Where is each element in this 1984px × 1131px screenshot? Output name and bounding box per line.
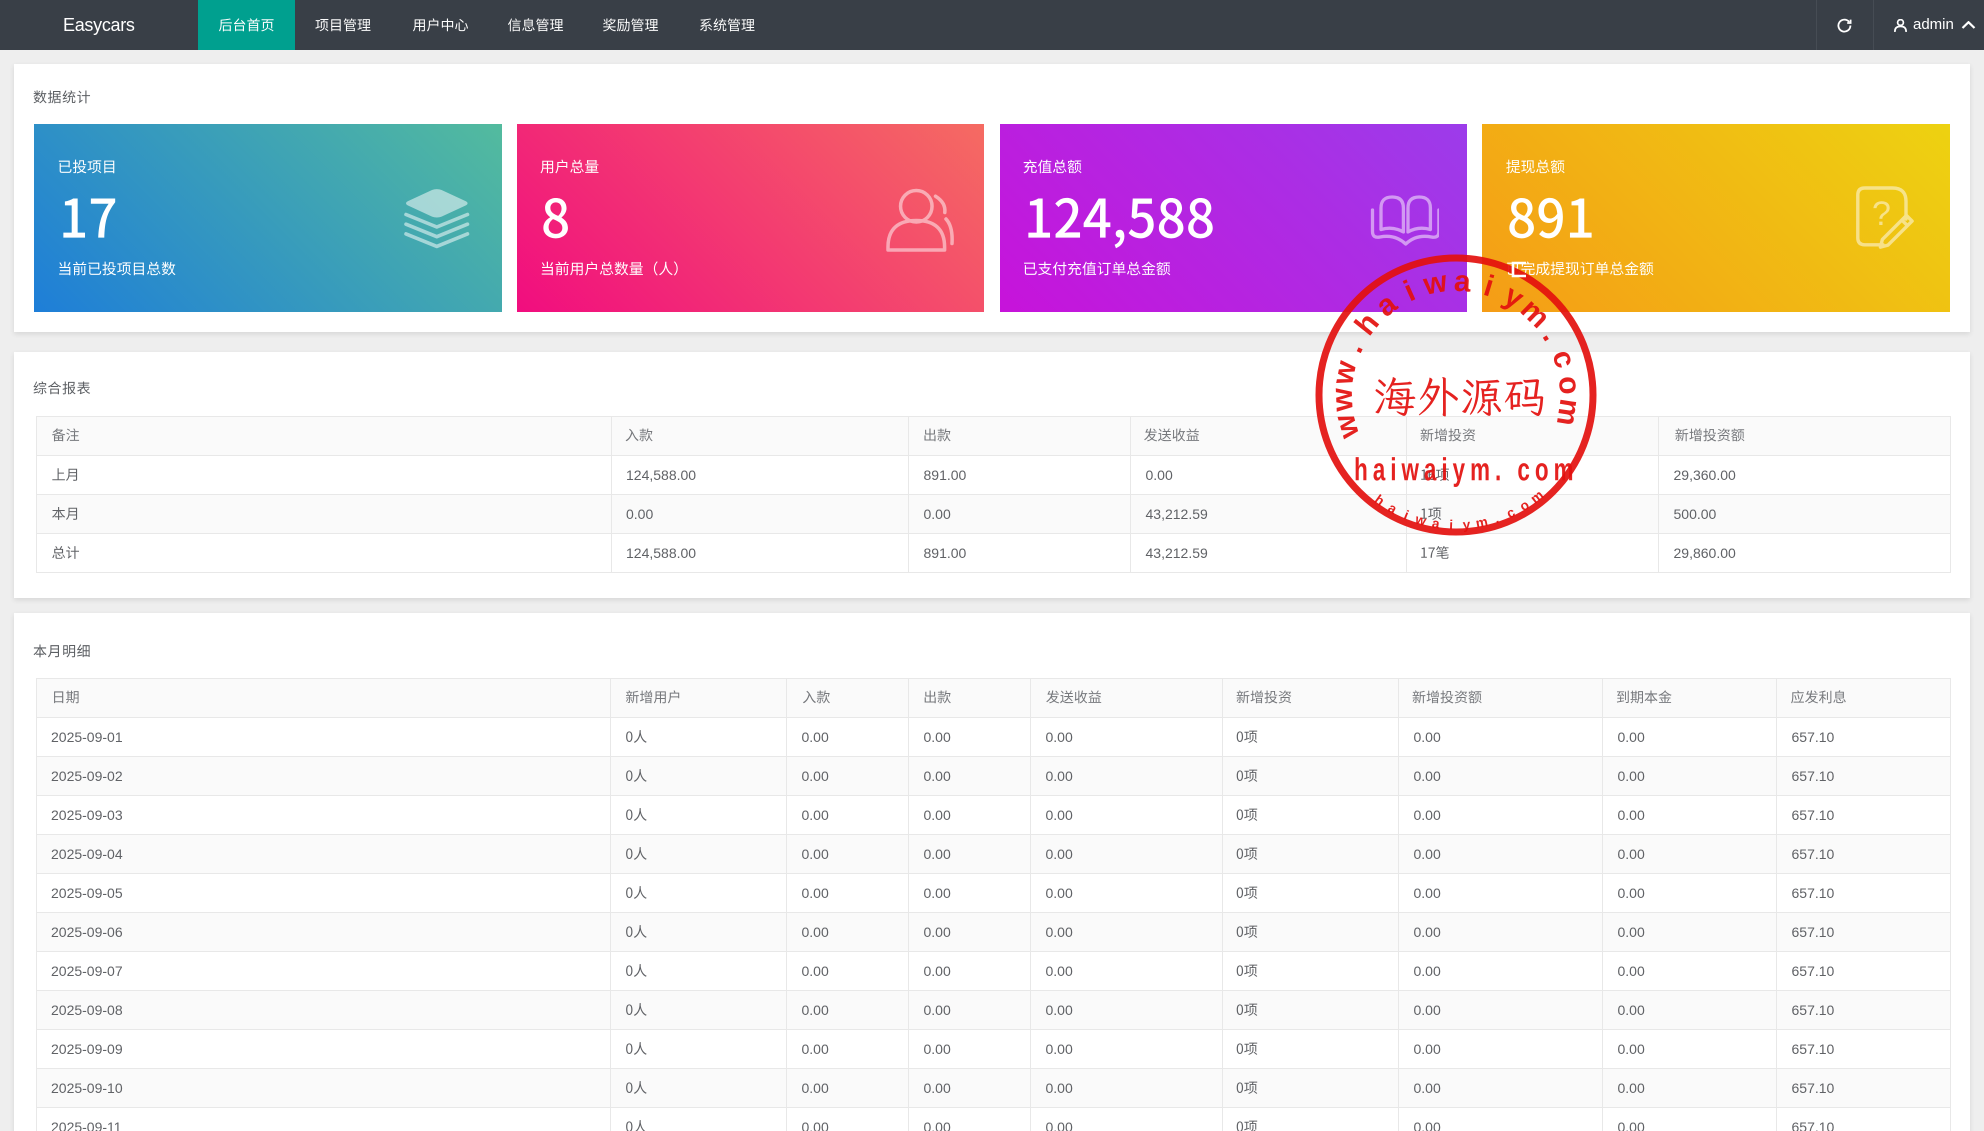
svg-text:?: ?: [1872, 195, 1891, 233]
